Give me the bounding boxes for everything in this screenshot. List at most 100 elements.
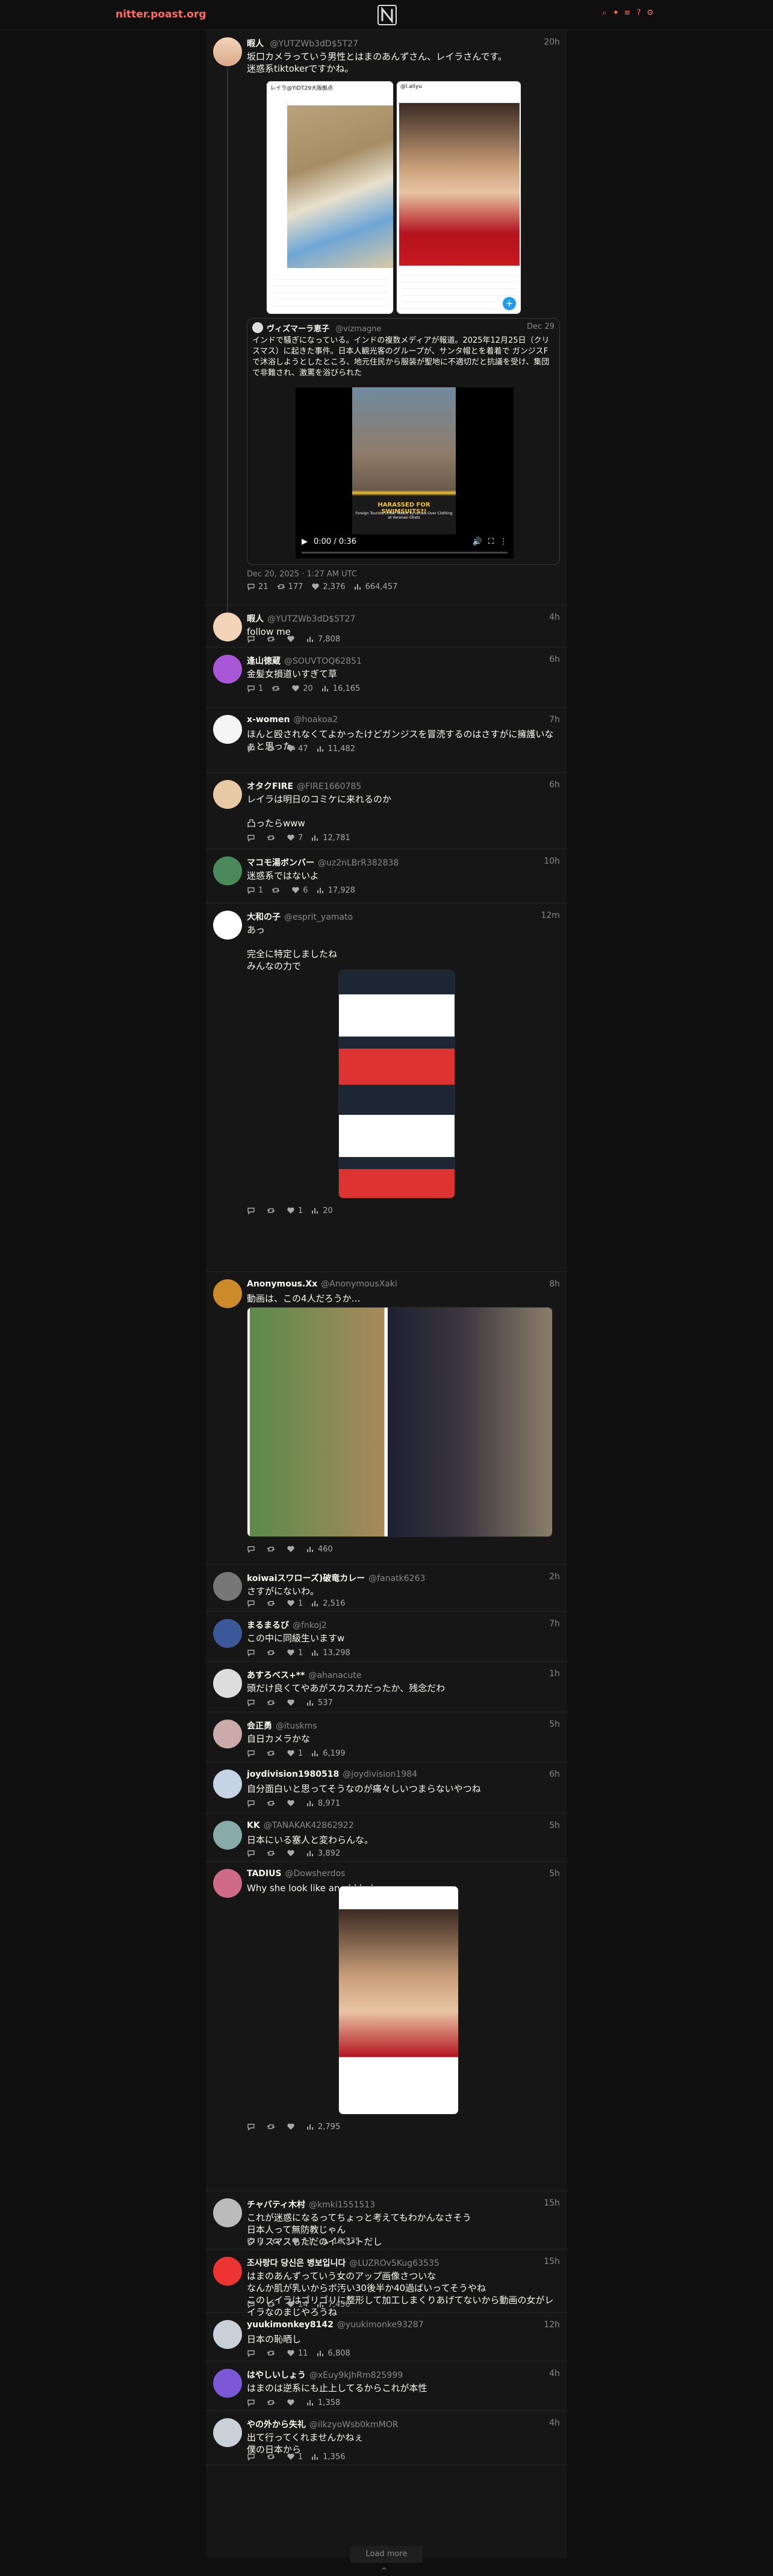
like-stat[interactable] (287, 1545, 298, 1553)
avatar[interactable] (213, 1869, 242, 1898)
like-stat[interactable]: 47 (287, 744, 308, 753)
reply-tweet[interactable]: マコモ湯ボンバー @uz2nLBrR382838 10h 迷惑系ではないよ 1 6 17,9… (206, 849, 567, 903)
tweet-date[interactable]: 8h (549, 1279, 560, 1289)
like-stat[interactable]: 14 (287, 2300, 308, 2309)
retweet-stat[interactable] (267, 635, 278, 643)
reply-tweet[interactable]: あすろべス+** @ahanacute 1h 頭だけ良くてやあがスカスカだったか、残念… (206, 1662, 567, 1712)
username[interactable]: @FIRE1660785 (297, 782, 361, 791)
reply-tweet[interactable]: TADIUS @Dowsherdos 5h Why she look like an … (206, 1862, 567, 2191)
retweet-stat[interactable] (267, 1648, 278, 1657)
like-stat[interactable]: 1 (287, 1648, 303, 1658)
retweet-stat[interactable] (267, 2300, 278, 2309)
reply-tweet[interactable]: 조사랑다 당신은 병보입니다 @LUZROv5Kug63535 15h はまのあんずっ… (206, 2250, 567, 2318)
retweet-stat[interactable] (267, 834, 278, 842)
avatar[interactable] (213, 1279, 242, 1308)
retweet-stat[interactable] (267, 1749, 278, 1757)
tweet-image[interactable] (338, 1886, 459, 2115)
twitter-icon[interactable]: ✦ (612, 9, 620, 17)
fullname[interactable]: 暇人 (247, 39, 264, 49)
tweet-date[interactable]: 2h (549, 1572, 560, 1582)
tweet-date[interactable]: 12m (541, 911, 560, 920)
fullname[interactable]: koiwaiスワローズ)破竜カレー (247, 1574, 365, 1583)
tweet-date[interactable]: 6h (549, 780, 560, 790)
avatar[interactable] (213, 2198, 242, 2227)
like-stat[interactable]: 7 (287, 834, 303, 843)
avatar[interactable] (213, 2369, 242, 2398)
avatar[interactable] (213, 2257, 242, 2286)
tweet-date[interactable]: 7h (549, 1619, 560, 1629)
retweet-stat[interactable] (267, 1698, 278, 1707)
username[interactable]: @esprit_yamato (284, 912, 353, 922)
info-icon[interactable]: ? (635, 9, 643, 17)
username[interactable]: @TANAKAK42862922 (264, 1821, 354, 1830)
reply-tweet[interactable]: joydivision1980518 @joydivision1984 6h 自分面白… (206, 1762, 567, 1813)
retweet-stat[interactable] (272, 2237, 283, 2245)
like-stat[interactable]: 1 (287, 1599, 303, 1608)
fullname[interactable]: 暇人 (247, 614, 264, 624)
retweet-stat[interactable] (267, 2398, 278, 2407)
retweet-stat[interactable] (267, 1599, 278, 1608)
volume-icon[interactable]: 🔊 (473, 537, 482, 546)
retweet-stat[interactable] (267, 744, 278, 753)
reply-tweet[interactable]: まるまるび @fnkoj2 7h この中に同級生いますw 1 13,298 (206, 1612, 567, 1662)
fullname[interactable]: オタクFIRE (247, 782, 293, 791)
like-stat[interactable]: 1 (287, 2453, 303, 2462)
tweet-date[interactable]: 20h (544, 37, 560, 47)
add-button[interactable]: + (503, 297, 516, 310)
tweet-image[interactable] (338, 970, 455, 1199)
avatar[interactable] (213, 780, 242, 809)
scroll-up-icon[interactable]: ⌃ (380, 2566, 388, 2576)
username[interactable]: @Dowsherdos (285, 1869, 346, 1879)
tweet-date[interactable]: 1h (549, 1669, 560, 1679)
reply-stat[interactable] (247, 1698, 258, 1707)
like-stat[interactable] (287, 635, 298, 643)
reply-stat[interactable] (247, 744, 258, 753)
reply-stat[interactable] (247, 635, 258, 643)
username[interactable]: @ilkzyoWsb0kmMOR (309, 2420, 399, 2430)
like-stat[interactable]: 6 (291, 886, 308, 895)
tweet-date[interactable]: 6h (549, 1770, 560, 1779)
reply-stat[interactable] (247, 2349, 258, 2357)
like-stat[interactable]: 2,376 (311, 582, 346, 591)
username[interactable]: @kmki1551513 (309, 2200, 375, 2210)
tweet-date[interactable]: 15h (544, 2198, 560, 2208)
fullname[interactable]: マコモ湯ボンバー (247, 858, 314, 868)
fullname[interactable]: やの外から失礼 (247, 2420, 306, 2430)
reply-tweet[interactable]: x-women @hoakoa2 7h ほんと殴されなくてよかったけどガンジスを冒涜す… (206, 708, 567, 773)
like-stat[interactable]: 1 (287, 1206, 303, 1215)
username[interactable]: @vizmagne (335, 325, 381, 334)
tweet-date[interactable]: 15h (544, 2257, 560, 2266)
reply-stat[interactable] (247, 1799, 258, 1807)
play-icon[interactable]: ▶ (302, 537, 308, 546)
avatar[interactable] (213, 1821, 242, 1850)
username[interactable]: @yuukimonke93287 (337, 2320, 424, 2330)
like-stat[interactable] (287, 2122, 298, 2131)
avatar[interactable] (213, 715, 242, 744)
reply-tweet[interactable]: 逢山徳蔵 @SOUVTOQ62851 6h 金髪女損道いすぎて草 1 20 16,165 (206, 647, 567, 708)
username[interactable]: @uz2nLBrR382838 (318, 858, 399, 868)
reply-stat[interactable] (247, 2453, 258, 2461)
username[interactable]: @SOUVTOQ62851 (284, 656, 362, 666)
reply-tweet[interactable]: やの外から失礼 @ilkzyoWsb0kmMOR 4h 出て行ってくれませんかねぇ 僕… (206, 2411, 567, 2465)
retweet-stat[interactable] (267, 1206, 278, 1215)
fullscreen-icon[interactable]: ⛶ (488, 537, 494, 546)
tweet-date[interactable]: 10h (544, 856, 560, 866)
avatar[interactable] (213, 2320, 242, 2349)
avatar[interactable] (213, 856, 242, 885)
reply-tweet[interactable]: koiwaiスワローズ)破竜カレー @fanatk6263 2h さすがにないわ。 1 2… (206, 1565, 567, 1612)
video-player[interactable]: HARASSED FOR SWIMSUITS?! Foreign Tourist… (296, 387, 514, 558)
username[interactable]: @YUTZWb3dD$5T27 (267, 614, 355, 624)
reply-stat[interactable]: 21 (247, 582, 269, 591)
like-stat[interactable] (287, 1698, 298, 1707)
reply-tweet[interactable]: はやしいしょう @xEuy9kJhRm825999 4h はまのは逆系にも止上してるか… (206, 2362, 567, 2411)
username[interactable]: @ahanacute (308, 1671, 361, 1680)
fullname[interactable]: x-women (247, 715, 290, 725)
retweet-stat[interactable]: 177 (277, 582, 303, 591)
video-progress[interactable] (302, 552, 508, 554)
avatar[interactable] (213, 2418, 242, 2447)
tweet-date[interactable]: 4h (549, 613, 560, 622)
username[interactable]: @YUTZWb3dD$5T27 (270, 39, 358, 49)
reply-stat[interactable]: 1 (247, 684, 263, 693)
quoted-tweet[interactable]: ヴィズマーラ恵子 @vizmagne Dec 29 インドで騒ぎになっている。イ… (247, 318, 560, 565)
search-icon[interactable]: ⌕ (600, 9, 609, 17)
